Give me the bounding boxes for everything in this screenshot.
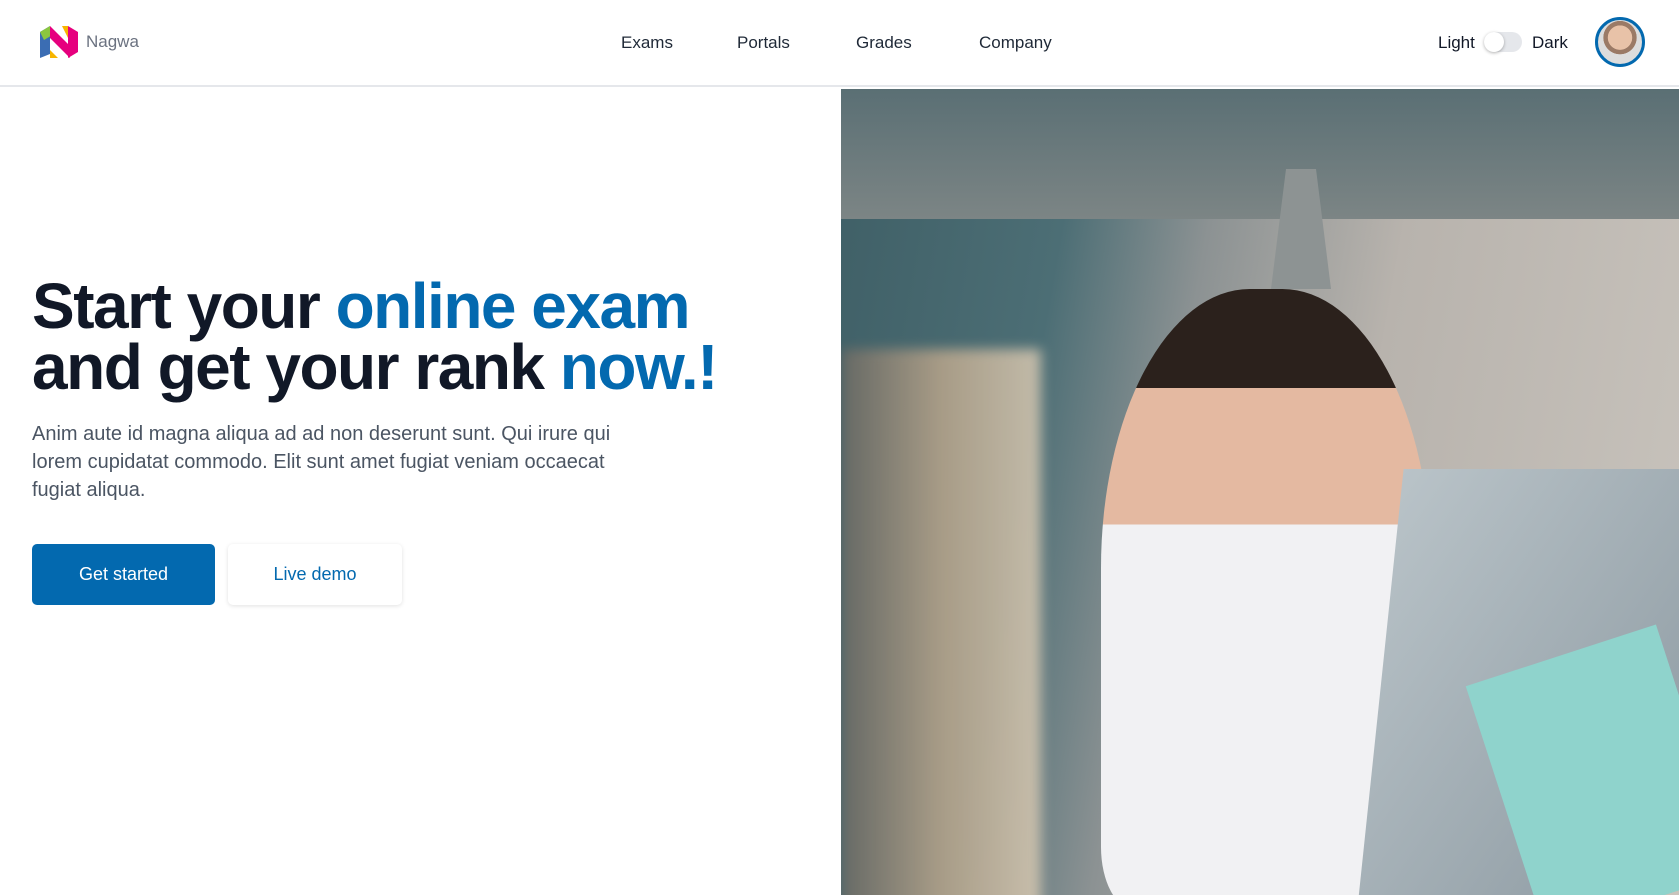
brushes	[841, 349, 1041, 895]
logo[interactable]: Nagwa	[40, 24, 139, 60]
nav-company[interactable]: Company	[979, 33, 1052, 53]
nav-exams[interactable]: Exams	[621, 33, 673, 53]
nav-portals[interactable]: Portals	[737, 33, 790, 53]
live-demo-button[interactable]: Live demo	[228, 544, 402, 605]
title-accent2: now.!	[559, 331, 719, 403]
toggle-knob	[1484, 32, 1504, 52]
get-started-button[interactable]: Get started	[32, 544, 215, 605]
hero-description: Anim aute id magna aliqua ad ad non dese…	[32, 423, 611, 501]
user-avatar[interactable]	[1595, 17, 1645, 67]
brand-name: Nagwa	[86, 32, 139, 51]
nav-grades[interactable]: Grades	[856, 33, 912, 53]
nagwa-logo-icon	[40, 26, 78, 58]
dark-label: Dark	[1532, 33, 1568, 52]
hero-image	[841, 89, 1679, 895]
theme-toggle[interactable]	[1484, 32, 1522, 52]
title-part2: and get your rank	[32, 331, 560, 403]
ceiling	[841, 89, 1679, 219]
hero-title: Start your online exam and get your rank…	[32, 274, 718, 399]
light-label: Light	[1438, 33, 1475, 52]
header: Nagwa Exams Portals Grades Company Light…	[0, 0, 1679, 87]
